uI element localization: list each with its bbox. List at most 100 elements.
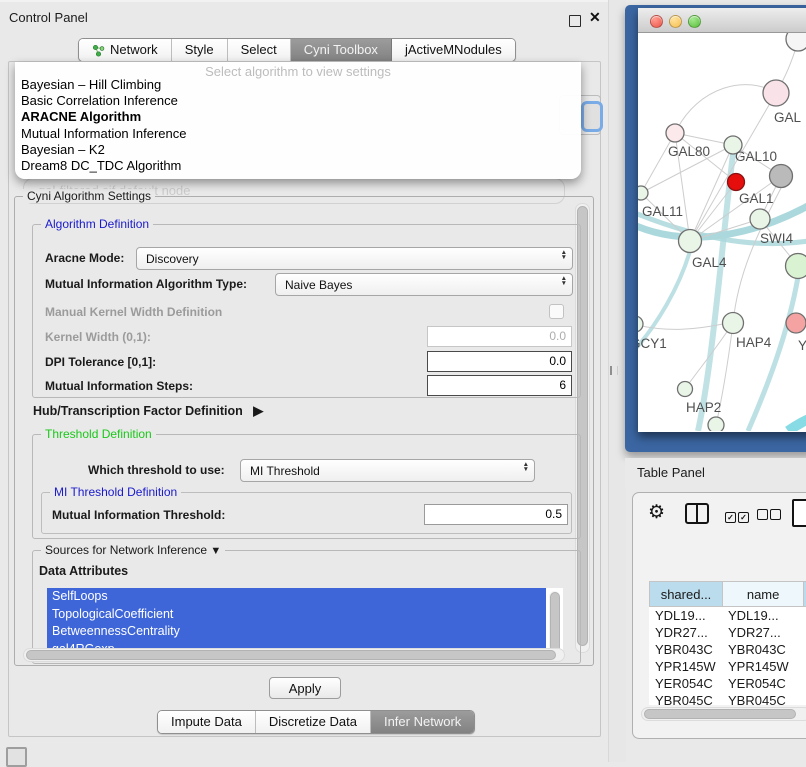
- dpi-tolerance-field[interactable]: [427, 351, 572, 372]
- table-horizontal-scrollbar-thumb[interactable]: [644, 709, 796, 719]
- node-gal-pink[interactable]: [763, 80, 789, 106]
- app-root: { "control_panel": { "title": "Control P…: [0, 0, 806, 762]
- threshold-definition-title: Threshold Definition: [41, 427, 156, 441]
- node-gal11[interactable]: [638, 186, 648, 200]
- network-view-window[interactable]: GAL GAL80 GAL10 GAL11 GAL1 SWI4 GAL4 GCY…: [625, 5, 806, 452]
- tab-jactivemnodules[interactable]: jActiveMNodules: [392, 39, 515, 61]
- mi-threshold-field[interactable]: [424, 504, 568, 525]
- which-threshold-label: Which threshold to use:: [88, 463, 225, 477]
- manual-kernel-checkbox[interactable]: [549, 304, 564, 319]
- panel-splitter[interactable]: [608, 0, 626, 762]
- cyni-toolbox-content: Inference Algorithm gal-filtered sif def…: [8, 61, 601, 737]
- cyni-bottom-tabbar: Impute Data Discretize Data Infer Networ…: [157, 710, 475, 734]
- attribute-list-scrollbar[interactable]: [549, 591, 560, 655]
- hub-definition-label: Hub/Transcription Factor Definition: [33, 404, 243, 418]
- settings-horizontal-scrollbar-thumb[interactable]: [26, 650, 556, 660]
- tab-infer-network[interactable]: Infer Network: [371, 711, 474, 733]
- zoom-traffic-light-icon[interactable]: [688, 15, 701, 28]
- tab-impute-data[interactable]: Impute Data: [158, 711, 256, 733]
- mi-type-value: Naive Bayes: [285, 278, 352, 292]
- cyni-algorithm-settings-group: Cyni Algorithm Settings Algorithm Defini…: [14, 196, 594, 666]
- dropdown-item-mutual-information[interactable]: Mutual Information Inference: [15, 126, 581, 142]
- mi-type-combo[interactable]: Naive Bayes ▲▼: [275, 273, 573, 296]
- minimized-panel-icon[interactable]: [6, 747, 27, 767]
- table-row[interactable]: YDR27...YDR27...12: [650, 624, 806, 641]
- algorithm-definition-title: Algorithm Definition: [41, 217, 153, 231]
- combo-spinner-icon: ▲▼: [561, 276, 567, 286]
- dropdown-item-basic-correlation[interactable]: Basic Correlation Inference: [15, 93, 581, 109]
- attribute-selfloops[interactable]: SelfLoops: [47, 588, 546, 606]
- node-gal80[interactable]: [666, 124, 684, 142]
- combo-spinner-icon: ▲▼: [523, 462, 529, 472]
- tab-cyni-toolbox[interactable]: Cyni Toolbox: [291, 39, 392, 61]
- float-panel-icon[interactable]: [569, 15, 581, 27]
- mi-type-label: Mutual Information Algorithm Type:: [45, 277, 247, 291]
- algorithm-dropdown-list: Select algorithm to view settings Bayesi…: [15, 62, 581, 179]
- kernel-width-field[interactable]: [427, 326, 572, 347]
- node-table: shared... name YDL19...YDL19...13 YDR27.…: [649, 581, 806, 705]
- table-row[interactable]: YPR145WYPR145W9.: [650, 658, 806, 675]
- column-header-shared-name[interactable]: shared...: [650, 582, 723, 607]
- export-table-icon[interactable]: [792, 499, 806, 527]
- mi-threshold-title: MI Threshold Definition: [50, 485, 181, 499]
- apply-button[interactable]: Apply: [269, 677, 341, 699]
- table-row[interactable]: YBR043CYBR043C: [650, 641, 806, 658]
- settings-horizontal-scrollbar[interactable]: [23, 648, 565, 662]
- table-row[interactable]: YBR045CYBR045C9.: [650, 692, 806, 705]
- hub-definition-expander[interactable]: Hub/Transcription Factor Definition ▶: [33, 403, 263, 419]
- aracne-mode-combo[interactable]: Discovery ▲▼: [136, 247, 573, 270]
- node-hap4[interactable]: [723, 313, 744, 334]
- dropdown-item-aracne[interactable]: ARACNE Algorithm: [15, 109, 581, 125]
- node-hap2[interactable]: [678, 382, 693, 397]
- tab-discretize-data[interactable]: Discretize Data: [256, 711, 371, 733]
- network-graph-icon: [92, 44, 105, 57]
- close-traffic-light-icon[interactable]: [650, 15, 663, 28]
- column-header-name[interactable]: name: [723, 582, 804, 607]
- svg-text:GAL: GAL: [774, 110, 802, 125]
- expander-right-arrow-icon: ▶: [253, 403, 263, 418]
- close-panel-icon[interactable]: ✕: [589, 9, 601, 26]
- dropdown-item-dream8[interactable]: Dream8 DC_TDC Algorithm: [15, 158, 581, 174]
- which-threshold-combo[interactable]: MI Threshold ▲▼: [240, 459, 535, 482]
- node-gal10-gray[interactable]: [770, 165, 793, 188]
- table-row[interactable]: YER054CYER054C8.: [650, 675, 806, 692]
- sources-group-title[interactable]: Sources for Network Inference ▼: [41, 543, 225, 557]
- expander-down-arrow-icon: ▼: [210, 545, 221, 557]
- aracne-mode-label: Aracne Mode:: [45, 251, 124, 265]
- svg-text:GCY1: GCY1: [638, 336, 667, 351]
- control-panel-tabbar: Network Style Select Cyni Toolbox jActiv…: [78, 38, 516, 62]
- table-settings-gear-icon[interactable]: ⚙: [648, 501, 665, 524]
- mi-steps-field[interactable]: [427, 375, 572, 396]
- node-gcy1[interactable]: [638, 316, 643, 332]
- node-swi4[interactable]: [786, 254, 806, 279]
- dropdown-item-bayesian-hill-climbing[interactable]: Bayesian – Hill Climbing: [15, 77, 581, 93]
- table-row[interactable]: YDL19...YDL19...13: [650, 607, 806, 625]
- tab-select[interactable]: Select: [228, 39, 291, 61]
- svg-text:GAL4: GAL4: [692, 255, 727, 270]
- aracne-mode-value: Discovery: [146, 252, 199, 266]
- node-salmon[interactable]: [786, 313, 806, 333]
- node-green-bottom[interactable]: [708, 417, 724, 431]
- attribute-topologicalcoefficient[interactable]: TopologicalCoefficient: [47, 606, 546, 624]
- mac-window: GAL GAL80 GAL10 GAL11 GAL1 SWI4 GAL4 GCY…: [638, 8, 806, 432]
- dropdown-item-bayesian-k2[interactable]: Bayesian – K2: [15, 142, 581, 158]
- select-all-columns-icon[interactable]: ✓✓: [725, 507, 751, 525]
- show-columns-icon[interactable]: [685, 503, 709, 524]
- network-window-titlebar[interactable]: [638, 8, 806, 33]
- tab-network[interactable]: Network: [79, 39, 172, 61]
- mi-steps-label: Mutual Information Steps:: [45, 379, 193, 393]
- attribute-betweennesscentrality[interactable]: BetweennessCentrality: [47, 623, 546, 641]
- node-table-viewport: shared... name YDL19...YDL19...13 YDR27.…: [641, 537, 806, 705]
- threshold-definition-group: Threshold Definition Which threshold to …: [32, 434, 581, 539]
- deselect-all-columns-icon[interactable]: [757, 507, 783, 525]
- minimize-traffic-light-icon[interactable]: [669, 15, 682, 28]
- network-canvas[interactable]: GAL GAL80 GAL10 GAL11 GAL1 SWI4 GAL4 GCY…: [638, 33, 806, 431]
- node-gal4[interactable]: [679, 230, 702, 253]
- attribute-list-scrollbar-thumb[interactable]: [550, 592, 560, 652]
- tab-style[interactable]: Style: [172, 39, 228, 61]
- node-unlabeled-top[interactable]: [786, 33, 806, 51]
- node-red-selected[interactable]: [728, 174, 745, 191]
- node-gal1[interactable]: [750, 209, 770, 229]
- focused-combo-edge[interactable]: [581, 101, 603, 132]
- table-horizontal-scrollbar[interactable]: [641, 707, 806, 721]
